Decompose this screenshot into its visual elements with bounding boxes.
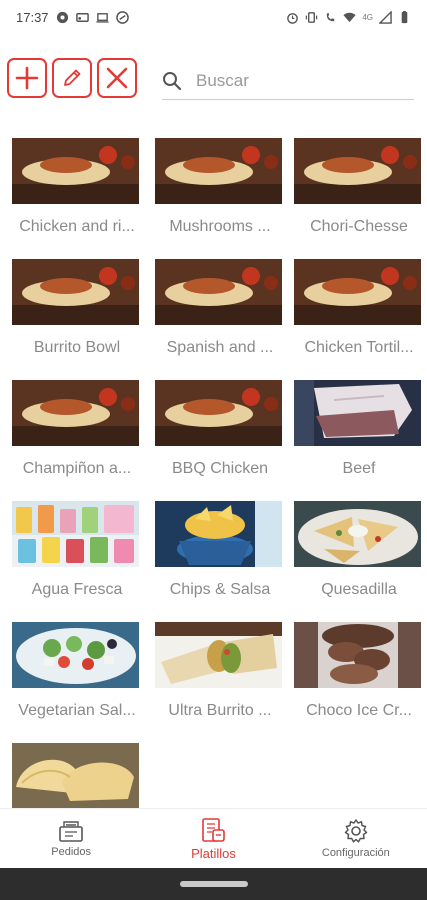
dish-tile[interactable]: Chori-Chesse — [290, 128, 422, 246]
orders-icon — [59, 821, 83, 842]
gear-icon — [344, 819, 368, 843]
wifi-calling-icon — [327, 12, 335, 21]
dish-tile[interactable]: Chicken and ri... — [8, 128, 140, 246]
nav-label: Pedidos — [51, 846, 92, 858]
dish-tile[interactable]: Chips & Salsa — [151, 491, 283, 609]
dish-tile[interactable]: Champiñon a... — [8, 370, 140, 488]
signal-icon — [379, 10, 392, 24]
dish-name: Chori-Chesse — [310, 218, 408, 235]
burrito-plate-image — [12, 259, 139, 325]
dish-name: BBQ Chicken — [171, 460, 269, 477]
burrito-plate-image — [155, 259, 282, 325]
status-bar: 17:37 4G — [0, 0, 427, 34]
search-input[interactable] — [196, 70, 396, 91]
burrito-plate-image — [294, 138, 421, 204]
dish-name: Burrito Bowl — [33, 339, 121, 356]
bottom-navigation: Pedidos Platillos Configuración — [0, 808, 427, 868]
close-icon — [106, 67, 128, 89]
pencil-icon — [64, 69, 81, 86]
dish-name: Chicken Tortil... — [304, 339, 414, 356]
clock: 17:37 — [16, 9, 49, 25]
wifi-icon — [343, 12, 356, 22]
dish-name: Agua Fresca — [31, 581, 123, 598]
dish-grid: Chicken and ri... Mushrooms ... Chori-Ch… — [0, 128, 427, 808]
battery-icon — [401, 10, 408, 23]
fruit-drinks-image — [12, 501, 139, 567]
nav-item-configuracion[interactable]: Configuración — [285, 809, 427, 868]
alarm-icon — [287, 12, 299, 24]
at-icon — [56, 11, 68, 23]
delete-dish-button[interactable] — [97, 58, 137, 98]
dish-tile[interactable]: BBQ Chicken — [151, 370, 283, 488]
add-dish-button[interactable] — [7, 58, 47, 98]
system-navigation-bar — [0, 868, 427, 900]
dishes-icon — [202, 817, 226, 842]
status-left: 17:37 — [16, 10, 129, 25]
dish-name: Choco Ice Cr... — [306, 702, 412, 719]
nav-label: Configuración — [321, 847, 390, 859]
burrito-plate-image — [155, 138, 282, 204]
dish-name: Quesadilla — [321, 581, 397, 598]
dish-name: Spanish and ... — [166, 339, 274, 356]
burrito-plate-image — [294, 259, 421, 325]
vibrate-icon — [306, 11, 318, 23]
nav-label: Platillos — [191, 845, 236, 861]
toolbar — [0, 56, 427, 102]
plus-icon — [15, 66, 39, 90]
laptop-icon — [96, 12, 109, 23]
dish-name: Ultra Burrito ... — [168, 702, 272, 719]
empanadas-image — [12, 743, 139, 808]
nav-item-platillos[interactable]: Platillos — [142, 809, 284, 868]
dish-tile[interactable]: Spanish and ... — [151, 249, 283, 367]
dish-tile[interactable]: Chicken Tortil... — [290, 249, 422, 367]
burrito-plate-image — [12, 138, 139, 204]
dish-name: Beef — [342, 460, 376, 477]
beef-slices-image — [294, 380, 421, 446]
dish-tile[interactable] — [8, 733, 140, 808]
dish-tile[interactable]: Burrito Bowl — [8, 249, 140, 367]
dish-tile[interactable]: Choco Ice Cr... — [290, 612, 422, 730]
dish-tile[interactable]: Quesadilla — [290, 491, 422, 609]
dish-name: Mushrooms ... — [169, 218, 271, 235]
vpn-icon — [115, 10, 129, 24]
dish-tile[interactable]: Vegetarian Sal... — [8, 612, 140, 730]
burrito-cut-image — [155, 622, 282, 688]
ice-cream-cup-image — [294, 622, 421, 688]
burrito-plate-image — [12, 380, 139, 446]
dish-tile[interactable]: Mushrooms ... — [151, 128, 283, 246]
network-label: 4G — [362, 12, 373, 22]
dish-tile[interactable]: Agua Fresca — [8, 491, 140, 609]
dish-tile[interactable]: Ultra Burrito ... — [151, 612, 283, 730]
dish-name: Vegetarian Sal... — [18, 702, 136, 719]
nav-item-pedidos[interactable]: Pedidos — [0, 809, 142, 868]
burrito-plate-image — [155, 380, 282, 446]
search-bar[interactable] — [162, 62, 414, 100]
home-gesture-handle[interactable] — [180, 881, 248, 887]
edit-dish-button[interactable] — [52, 58, 92, 98]
dish-name: Chicken and ri... — [19, 218, 135, 235]
quesadilla-plate-image — [294, 501, 421, 567]
search-icon — [163, 71, 182, 90]
cast-icon — [75, 12, 89, 22]
dish-name: Chips & Salsa — [169, 581, 271, 598]
dish-tile[interactable]: Beef — [290, 370, 422, 488]
chips-bowl-image — [155, 501, 282, 567]
dish-name: Champiñon a... — [22, 460, 132, 477]
salad-bowl-image — [12, 622, 139, 688]
status-right: 4G — [286, 10, 411, 24]
